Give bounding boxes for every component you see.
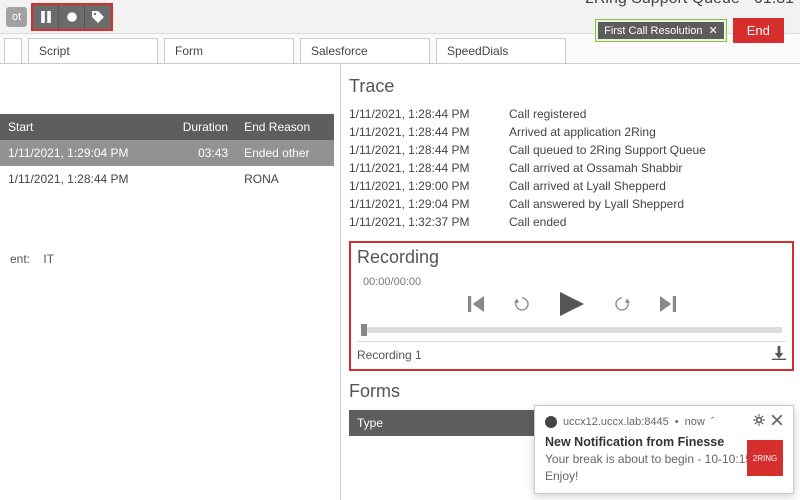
trace-msg: Call queued to 2Ring Support Queue [509, 143, 706, 157]
table-row[interactable]: 1/11/2021, 1:29:04 PM 03:43 Ended other [0, 140, 334, 166]
chevron-up-icon[interactable]: ˆ [711, 416, 715, 428]
trace-list: 1/11/2021, 1:28:44 PM Call registered 1/1… [349, 105, 794, 231]
cell-duration: 03:43 [163, 140, 236, 166]
trace-row: 1/11/2021, 1:32:37 PM Call ended [349, 213, 794, 231]
record-icon [66, 11, 78, 23]
toast-host: uccx12.uccx.lab:8445 [563, 416, 669, 428]
meta-value: IT [43, 252, 54, 266]
cell-start: 1/11/2021, 1:29:04 PM [0, 140, 163, 166]
tag-button[interactable] [85, 5, 111, 29]
pause-icon [40, 11, 52, 23]
tag-chip-label: First Call Resolution [604, 25, 702, 37]
trace-row: 1/11/2021, 1:28:44 PM Arrived at applicat… [349, 123, 794, 141]
meta-label: ent: [10, 252, 30, 266]
recording-controls [357, 292, 786, 319]
tab-script[interactable]: Script [28, 38, 158, 63]
notification-toast: uccx12.uccx.lab:8445 • now ˆ New Notific… [534, 405, 794, 494]
recording-footer: Recording 1 [357, 341, 786, 363]
recording-seek-bar[interactable] [361, 327, 782, 333]
state-chip: ot [6, 7, 27, 27]
col-reason: End Reason [236, 114, 334, 140]
trace-ts: 1/11/2021, 1:32:37 PM [349, 215, 489, 229]
cell-duration [163, 166, 236, 192]
skip-prev-icon [468, 296, 484, 312]
seek-knob[interactable] [361, 324, 367, 336]
trace-ts: 1/11/2021, 1:28:44 PM [349, 143, 489, 157]
rewind-icon [514, 296, 530, 312]
recording-panel: Recording 00:00/00:00 Recording 1 [349, 241, 794, 371]
next-button[interactable] [660, 296, 676, 315]
cell-reason: Ended other [236, 140, 334, 166]
recording-time: 00:00/00:00 [363, 276, 786, 288]
prev-button[interactable] [468, 296, 484, 315]
meta-line: ent: IT [0, 252, 334, 266]
tag-chip: First Call Resolution ✕ [598, 22, 724, 39]
trace-row: 1/11/2021, 1:29:04 PM Call answered by Ly… [349, 195, 794, 213]
forward-button[interactable] [614, 296, 630, 315]
trace-ts: 1/11/2021, 1:29:00 PM [349, 179, 489, 193]
tag-remove-icon[interactable]: ✕ [709, 24, 718, 37]
pause-button[interactable] [33, 5, 59, 29]
gear-icon [753, 414, 765, 426]
tab-form[interactable]: Form [164, 38, 294, 63]
toast-header: uccx12.uccx.lab:8445 • now ˆ [545, 414, 783, 429]
call-controls [31, 3, 113, 31]
forms-title: Forms [349, 381, 794, 402]
play-button[interactable] [560, 292, 584, 319]
tag-icon [92, 11, 104, 23]
play-icon [560, 292, 584, 316]
trace-title: Trace [349, 76, 794, 97]
trace-msg: Call registered [509, 107, 586, 121]
trace-ts: 1/11/2021, 1:28:44 PM [349, 161, 489, 175]
recording-label: Recording 1 [357, 348, 422, 362]
top-bar: ot 2Ring Support Queue - 01:31 First Cal… [0, 0, 800, 34]
trace-row: 1/11/2021, 1:28:44 PM Call queued to 2Rin… [349, 141, 794, 159]
skip-next-icon [660, 296, 676, 312]
tab-unknown[interactable] [4, 38, 22, 63]
download-icon [772, 346, 786, 360]
trace-msg: Call ended [509, 215, 566, 229]
trace-ts: 1/11/2021, 1:28:44 PM [349, 125, 489, 139]
forward-icon [614, 296, 630, 312]
cell-start: 1/11/2021, 1:28:44 PM [0, 166, 163, 192]
end-button[interactable]: End [733, 18, 784, 43]
col-start: Start [0, 114, 163, 140]
toast-close-button[interactable] [771, 414, 783, 429]
trace-msg: Call arrived at Ossamah Shabbir [509, 161, 682, 175]
toast-settings-button[interactable] [753, 414, 765, 429]
left-panel: Start Duration End Reason 1/11/2021, 1:2… [0, 64, 340, 500]
toast-when: now [685, 416, 705, 428]
col-duration: Duration [163, 114, 236, 140]
tag-row: First Call Resolution ✕ End [595, 18, 784, 43]
close-icon [771, 414, 783, 426]
table-row[interactable]: 1/11/2021, 1:28:44 PM RONA [0, 166, 334, 192]
trace-ts: 1/11/2021, 1:29:04 PM [349, 197, 489, 211]
trace-msg: Arrived at application 2Ring [509, 125, 656, 139]
record-button[interactable] [59, 5, 85, 29]
cell-reason: RONA [236, 166, 334, 192]
toast-brand-badge: 2RING [747, 440, 783, 476]
call-history-table: Start Duration End Reason 1/11/2021, 1:2… [0, 114, 334, 192]
tab-speeddials[interactable]: SpeedDials [436, 38, 566, 63]
top-right: 2Ring Support Queue - 01:31 First Call R… [585, 0, 794, 43]
rewind-button[interactable] [514, 296, 530, 315]
top-left: ot [6, 3, 113, 31]
trace-msg: Call arrived at Lyall Shepperd [509, 179, 666, 193]
trace-ts: 1/11/2021, 1:28:44 PM [349, 107, 489, 121]
tag-input-box[interactable]: First Call Resolution ✕ [595, 19, 727, 42]
download-button[interactable] [772, 346, 786, 363]
queue-title: 2Ring Support Queue - 01:31 [585, 0, 794, 8]
tab-salesforce[interactable]: Salesforce [300, 38, 430, 63]
trace-row: 1/11/2021, 1:28:44 PM Call registered [349, 105, 794, 123]
trace-msg: Call answered by Lyall Shepperd [509, 197, 684, 211]
chrome-icon [545, 416, 557, 428]
recording-title: Recording [357, 247, 786, 268]
trace-row: 1/11/2021, 1:28:44 PM Call arrived at Oss… [349, 159, 794, 177]
trace-row: 1/11/2021, 1:29:00 PM Call arrived at Lya… [349, 177, 794, 195]
